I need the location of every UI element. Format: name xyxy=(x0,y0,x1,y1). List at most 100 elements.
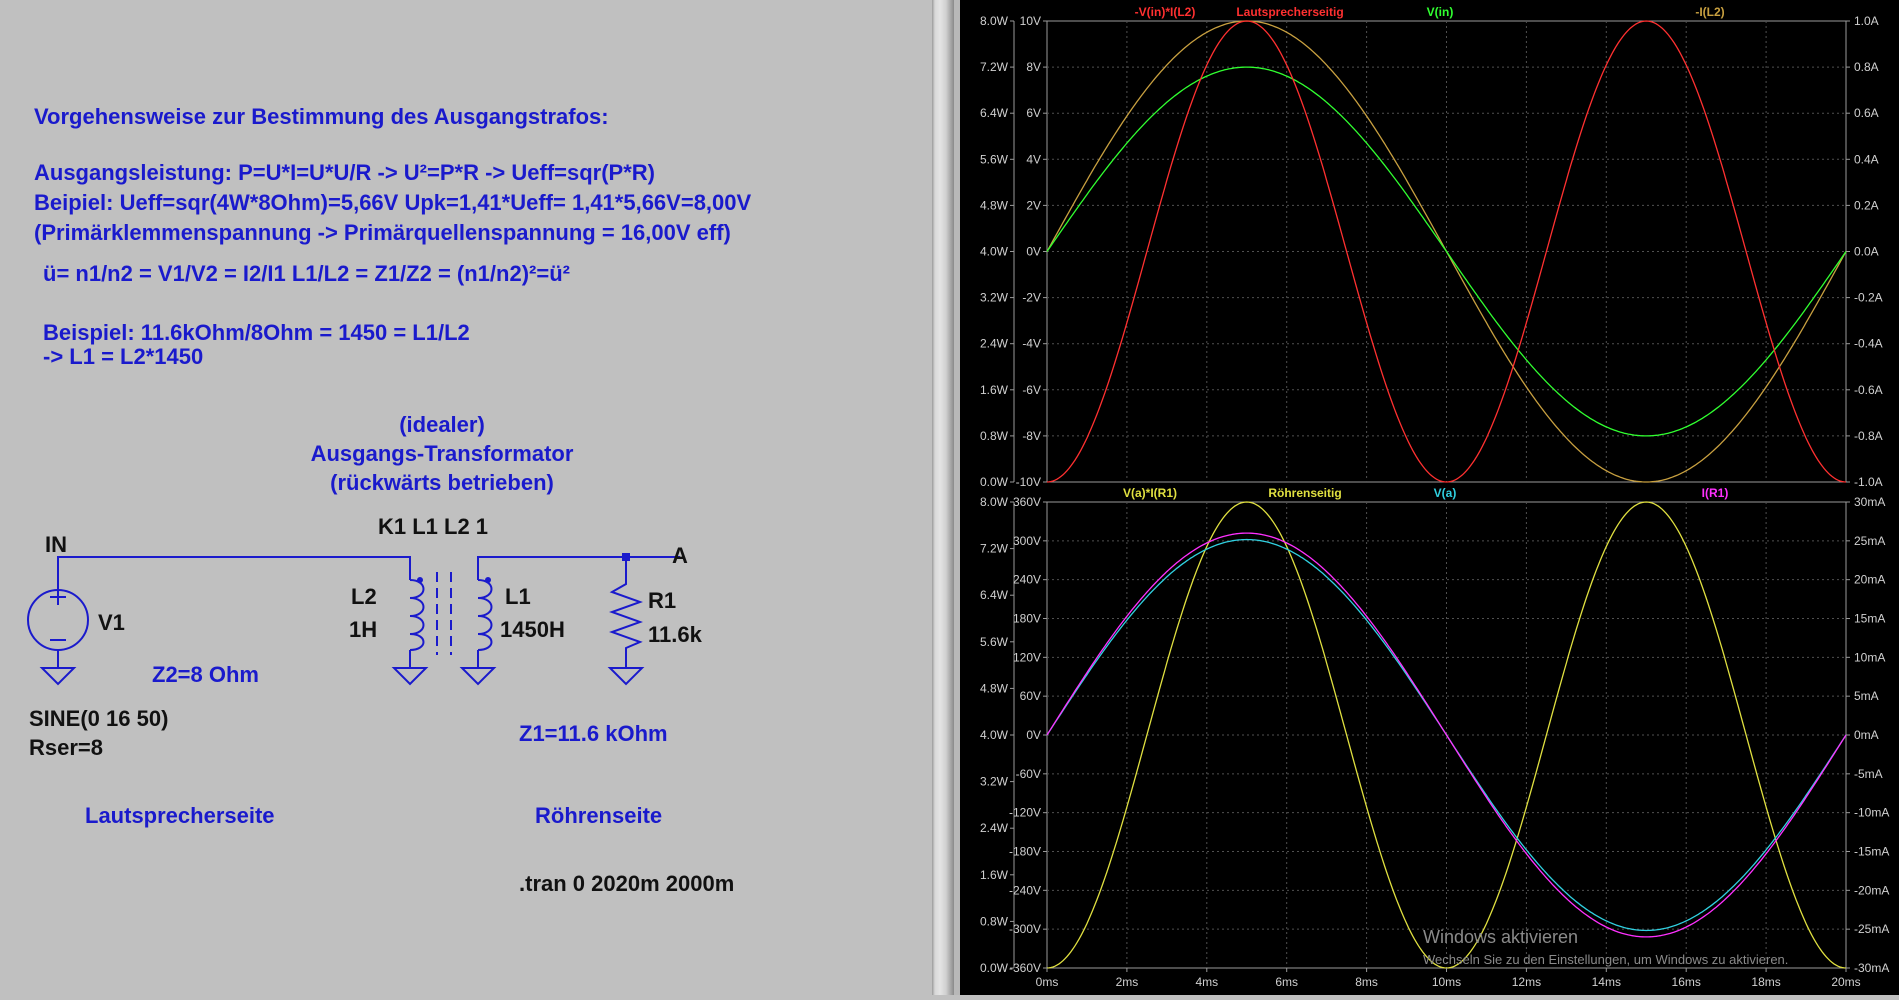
transformer-title-1: (idealer) xyxy=(399,412,485,437)
description-line-5: Beispiel: 11.6kOhm/8Ohm = 1450 = L1/L2 xyxy=(43,320,470,345)
watermark-subtitle: Wechseln Sie zu den Einstellungen, um Wi… xyxy=(1423,952,1788,967)
coupling-directive[interactable]: K1 L1 L2 1 xyxy=(378,514,488,539)
top-y-tick-label: 4V xyxy=(1026,152,1041,166)
bottom-y-tick-label: -120V xyxy=(1009,806,1041,820)
bottom-power-tick-label: 1.6W xyxy=(980,868,1009,882)
wires[interactable] xyxy=(57,556,680,668)
top-power-tick-label: 0.8W xyxy=(980,429,1009,443)
top-right-tick-label: -0.8A xyxy=(1854,429,1883,443)
top-trace-label[interactable]: -I(L2) xyxy=(1695,5,1724,19)
l2-name[interactable]: L2 xyxy=(351,584,377,609)
bottom-y-tick-label: -180V xyxy=(1009,845,1041,859)
bottom-pane[interactable] xyxy=(1010,501,1850,969)
bottom-power-tick-label: 2.4W xyxy=(980,821,1009,835)
bottom-y-tick-label: 60V xyxy=(1020,689,1041,703)
top-power-tick-label: 5.6W xyxy=(980,152,1009,166)
bottom-trace-label[interactable]: I(R1) xyxy=(1702,486,1729,500)
l2-value[interactable]: 1H xyxy=(349,617,377,642)
net-label-in[interactable]: IN xyxy=(45,532,67,557)
description-line-4: ü= n1/n2 = V1/V2 = I2/I1 L1/L2 = Z1/Z2 =… xyxy=(43,261,570,286)
top-right-tick-label: 1.0A xyxy=(1854,14,1879,28)
bottom-right-tick-label: -5mA xyxy=(1854,767,1883,781)
simulation-directive[interactable]: .tran 0 2020m 2000m xyxy=(519,871,734,896)
z2-label: Z2=8 Ohm xyxy=(152,662,259,687)
description-line-2: Beipiel: Ueff=sqr(4W*8Ohm)=5,66V Upk=1,4… xyxy=(34,190,752,215)
bottom-y-tick-label: -360V xyxy=(1009,961,1041,975)
source-spec-line-2[interactable]: Rser=8 xyxy=(29,735,103,760)
r1-value[interactable]: 11.6k xyxy=(648,622,703,647)
top-trace-label[interactable]: V(in) xyxy=(1427,5,1454,19)
inductor-l1[interactable] xyxy=(477,575,493,651)
x-tick-label: 4ms xyxy=(1195,975,1218,989)
bottom-y-tick-label: 120V xyxy=(1013,650,1041,664)
r1-name[interactable]: R1 xyxy=(648,588,676,613)
bottom-y-tick-label: 0V xyxy=(1026,728,1041,742)
top-right-tick-label: -0.2A xyxy=(1854,291,1883,305)
source-spec-line-1[interactable]: SINE(0 16 50) xyxy=(29,706,168,731)
description-heading: Vorgehensweise zur Bestimmung des Ausgan… xyxy=(34,104,609,129)
top-y-tick-label: 8V xyxy=(1026,60,1041,74)
bottom-right-tick-label: -20mA xyxy=(1854,883,1889,897)
side-label-left: Lautsprecherseite xyxy=(85,803,275,828)
side-label-right: Röhrenseite xyxy=(535,803,662,828)
description-line-6: -> L1 = L2*1450 xyxy=(43,344,203,369)
top-y-tick-label: 6V xyxy=(1026,106,1041,120)
z1-label: Z1=11.6 kOhm xyxy=(519,721,668,746)
bottom-power-tick-label: 3.2W xyxy=(980,775,1009,789)
l1-name[interactable]: L1 xyxy=(505,584,531,609)
top-y-tick-label: 0V xyxy=(1026,245,1041,259)
net-label-a[interactable]: A xyxy=(672,543,688,568)
schematic-editor[interactable]: Vorgehensweise zur Bestimmung des Ausgan… xyxy=(0,0,932,995)
pane-splitter[interactable] xyxy=(932,0,954,995)
top-right-tick-label: -0.6A xyxy=(1854,383,1883,397)
l1-value[interactable]: 1450H xyxy=(500,617,565,642)
top-power-tick-label: 1.6W xyxy=(980,383,1009,397)
x-tick-label: 18ms xyxy=(1751,975,1780,989)
bottom-trace-label[interactable]: V(a)*I(R1) xyxy=(1123,486,1177,500)
top-pane[interactable] xyxy=(1010,20,1850,483)
bottom-right-tick-label: 25mA xyxy=(1854,534,1885,548)
top-trace-label[interactable]: -V(in)*I(L2) xyxy=(1135,5,1196,19)
watermark-title: Windows aktivieren xyxy=(1423,927,1578,947)
transformer-title-2: Ausgangs-Transformator xyxy=(311,441,574,466)
transformer-core xyxy=(436,572,452,655)
schematic-canvas[interactable]: Vorgehensweise zur Bestimmung des Ausgan… xyxy=(0,0,932,995)
top-right-tick-label: 0.4A xyxy=(1854,152,1879,166)
top-y-tick-label: -4V xyxy=(1022,337,1041,351)
bottom-right-tick-label: -25mA xyxy=(1854,922,1889,936)
bottom-power-tick-label: 6.4W xyxy=(980,588,1009,602)
bottom-trace-label[interactable]: V(a) xyxy=(1434,486,1457,500)
top-y-tick-label: -2V xyxy=(1022,291,1041,305)
bottom-right-tick-label: 0mA xyxy=(1854,728,1879,742)
top-power-tick-label: 2.4W xyxy=(980,337,1009,351)
x-tick-label: 6ms xyxy=(1275,975,1298,989)
voltage-source-v1[interactable] xyxy=(27,589,89,651)
top-trace-label[interactable]: Lautsprecherseitig xyxy=(1236,5,1343,19)
top-right-tick-label: 0.2A xyxy=(1854,198,1879,212)
bottom-right-tick-label: 15mA xyxy=(1854,612,1885,626)
resistor-r1[interactable] xyxy=(609,578,643,652)
bottom-right-tick-label: 10mA xyxy=(1854,650,1885,664)
ground-symbols xyxy=(39,667,645,686)
top-right-tick-label: 0.8A xyxy=(1854,60,1879,74)
waveform-viewer[interactable]: 10V 1.0A 8V 0.8A 6V 0.6A 4V 0.4A 2V 0.2A 0V 0.0A -2V… xyxy=(960,0,1899,995)
bottom-y-tick-label: -300V xyxy=(1009,922,1041,936)
waveform-canvas[interactable]: 10V 1.0A 8V 0.8A 6V 0.6A 4V 0.4A 2V 0.2A 0V 0.0A -2V… xyxy=(960,0,1899,995)
top-right-tick-label: -0.4A xyxy=(1854,337,1883,351)
inductor-l2[interactable] xyxy=(409,575,425,651)
v1-name[interactable]: V1 xyxy=(98,610,125,635)
bottom-y-tick-label: -240V xyxy=(1009,883,1041,897)
bottom-y-tick-label: -60V xyxy=(1016,767,1041,781)
description-line-3: (Primärklemmenspannung -> Primärquellens… xyxy=(34,220,731,245)
top-y-tick-label: -10V xyxy=(1016,475,1041,489)
bottom-right-tick-label: 20mA xyxy=(1854,573,1885,587)
x-tick-label: 2ms xyxy=(1116,975,1139,989)
bottom-power-tick-label: 4.0W xyxy=(980,728,1009,742)
x-tick-label: 16ms xyxy=(1672,975,1701,989)
bottom-power-tick-label: 8.0W xyxy=(980,495,1009,509)
bottom-trace-label[interactable]: Röhrenseitig xyxy=(1268,486,1341,500)
bottom-y-tick-label: 300V xyxy=(1013,534,1041,548)
bottom-power-tick-label: 5.6W xyxy=(980,635,1009,649)
top-power-tick-label: 6.4W xyxy=(980,106,1009,120)
top-right-tick-label: -1.0A xyxy=(1854,475,1883,489)
